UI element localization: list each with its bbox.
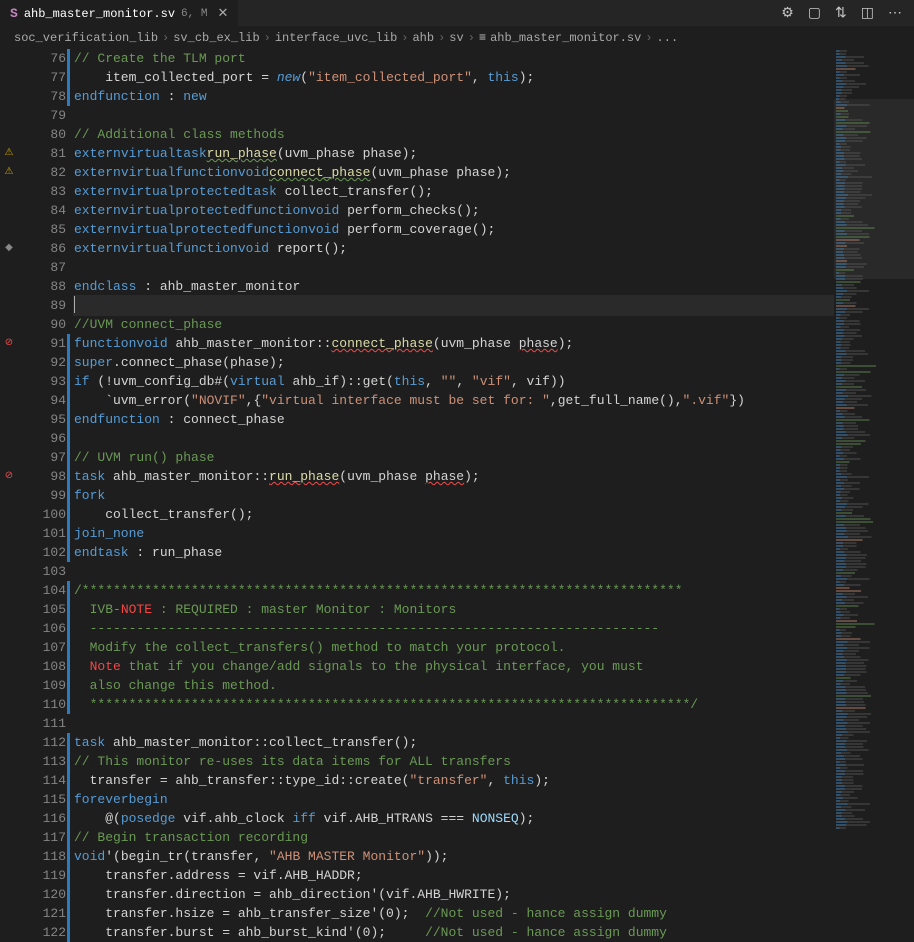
code-line[interactable]: extern virtual protected task collect_tr… bbox=[74, 182, 914, 201]
code-line[interactable] bbox=[74, 562, 914, 581]
code-line[interactable]: transfer.address = vif.AHB_HADDR; bbox=[74, 866, 914, 885]
code-line[interactable]: // Additional class methods bbox=[74, 125, 914, 144]
code-line[interactable]: ----------------------------------------… bbox=[74, 619, 914, 638]
minimap[interactable] bbox=[834, 49, 914, 935]
breadcrumb-item[interactable]: ahb_master_monitor.sv bbox=[490, 31, 641, 45]
code-line[interactable]: // This monitor re-uses its data items f… bbox=[74, 752, 914, 771]
code-line[interactable]: extern virtual function void connect_pha… bbox=[74, 163, 914, 182]
gear-icon[interactable]: ⚙ bbox=[781, 5, 794, 22]
code-line[interactable]: transfer = ahb_transfer::type_id::create… bbox=[74, 771, 914, 790]
code-line[interactable]: // UVM run() phase bbox=[74, 448, 914, 467]
code-line[interactable]: also change this method. bbox=[74, 676, 914, 695]
breadcrumb-item[interactable]: sv bbox=[449, 31, 463, 45]
breadcrumb-item[interactable]: soc_verification_lib bbox=[14, 31, 158, 45]
code-line[interactable]: forever begin bbox=[74, 790, 914, 809]
code-line[interactable]: endfunction : connect_phase bbox=[74, 410, 914, 429]
fold-indicator[interactable] bbox=[67, 733, 70, 942]
code-line[interactable] bbox=[74, 429, 914, 448]
fold-indicator[interactable] bbox=[67, 334, 70, 562]
breadcrumb-item[interactable]: ahb bbox=[412, 31, 434, 45]
tab-title: ahb_master_monitor.sv bbox=[24, 7, 175, 21]
editor-actions: ⚙ ▢ ⇅ ◫ ⋯ bbox=[781, 5, 914, 22]
code-line[interactable]: endfunction : new bbox=[74, 87, 914, 106]
code-line[interactable]: super.connect_phase(phase); bbox=[74, 353, 914, 372]
breadcrumb-item[interactable]: ... bbox=[657, 31, 679, 45]
code-line[interactable]: endclass : ahb_master_monitor bbox=[74, 277, 914, 296]
code-line[interactable]: transfer.hsize = ahb_transfer_size'(0); … bbox=[74, 904, 914, 923]
diff-icon[interactable]: ⇅ bbox=[835, 5, 847, 22]
code-line[interactable]: void'(begin_tr(transfer, "AHB MASTER Mon… bbox=[74, 847, 914, 866]
code-line[interactable]: extern virtual protected function void p… bbox=[74, 220, 914, 239]
code-line[interactable]: ****************************************… bbox=[74, 695, 914, 714]
split-down-icon[interactable]: ▢ bbox=[808, 5, 821, 22]
code-area[interactable]: // Create the TLM port item_collected_po… bbox=[74, 49, 914, 935]
code-line[interactable]: fork bbox=[74, 486, 914, 505]
close-icon[interactable]: ✕ bbox=[217, 6, 228, 21]
code-line[interactable] bbox=[74, 714, 914, 733]
fold-indicator[interactable] bbox=[67, 581, 70, 714]
tab-bar: S ahb_master_monitor.sv 6, M ✕ ⚙ ▢ ⇅ ◫ ⋯ bbox=[0, 0, 914, 27]
code-line[interactable]: collect_transfer(); bbox=[74, 505, 914, 524]
code-line[interactable] bbox=[74, 296, 914, 315]
code-line[interactable]: endtask : run_phase bbox=[74, 543, 914, 562]
code-line[interactable]: /***************************************… bbox=[74, 581, 914, 600]
code-line[interactable] bbox=[74, 258, 914, 277]
line-numbers: 7677787980818283848586878889909192939495… bbox=[18, 49, 74, 935]
code-line[interactable]: extern virtual function void report(); bbox=[74, 239, 914, 258]
code-line[interactable]: item_collected_port = new("item_collecte… bbox=[74, 68, 914, 87]
fold-indicator[interactable] bbox=[67, 49, 70, 106]
glyph-margin: ⚠⚠◆⊘⊘ bbox=[0, 49, 18, 935]
code-line[interactable]: function void ahb_master_monitor::connec… bbox=[74, 334, 914, 353]
tab-dirty-marker: 6, M bbox=[181, 8, 207, 20]
split-right-icon[interactable]: ◫ bbox=[861, 5, 874, 22]
code-line[interactable]: extern virtual protected function void p… bbox=[74, 201, 914, 220]
editor[interactable]: ⚠⚠◆⊘⊘ 7677787980818283848586878889909192… bbox=[0, 49, 914, 935]
code-line[interactable]: IVB-NOTE : REQUIRED : master Monitor : M… bbox=[74, 600, 914, 619]
more-icon[interactable]: ⋯ bbox=[888, 5, 902, 22]
code-line[interactable]: join_none bbox=[74, 524, 914, 543]
breadcrumb-item[interactable]: sv_cb_ex_lib bbox=[173, 31, 259, 45]
file-icon: S bbox=[10, 6, 18, 21]
code-line[interactable]: if (!uvm_config_db#(virtual ahb_if)::get… bbox=[74, 372, 914, 391]
code-line[interactable]: task ahb_master_monitor::collect_transfe… bbox=[74, 733, 914, 752]
breadcrumb-item[interactable]: interface_uvc_lib bbox=[275, 31, 397, 45]
breadcrumb[interactable]: soc_verification_lib › sv_cb_ex_lib › in… bbox=[0, 27, 914, 49]
code-line[interactable]: // Begin transaction recording bbox=[74, 828, 914, 847]
code-line[interactable]: //UVM connect_phase bbox=[74, 315, 914, 334]
code-line[interactable]: // Create the TLM port bbox=[74, 49, 914, 68]
code-line[interactable]: extern virtual task run_phase(uvm_phase … bbox=[74, 144, 914, 163]
code-line[interactable]: transfer.direction = ahb_direction'(vif.… bbox=[74, 885, 914, 904]
code-line[interactable]: task ahb_master_monitor::run_phase(uvm_p… bbox=[74, 467, 914, 486]
code-line[interactable]: Note that if you change/add signals to t… bbox=[74, 657, 914, 676]
tab-active[interactable]: S ahb_master_monitor.sv 6, M ✕ bbox=[0, 0, 238, 27]
code-line[interactable]: Modify the collect_transfers() method to… bbox=[74, 638, 914, 657]
code-line[interactable]: transfer.burst = ahb_burst_kind'(0); //N… bbox=[74, 923, 914, 942]
code-line[interactable]: @(posedge vif.ahb_clock iff vif.AHB_HTRA… bbox=[74, 809, 914, 828]
code-line[interactable]: `uvm_error("NOVIF",{"virtual interface m… bbox=[74, 391, 914, 410]
code-line[interactable] bbox=[74, 106, 914, 125]
